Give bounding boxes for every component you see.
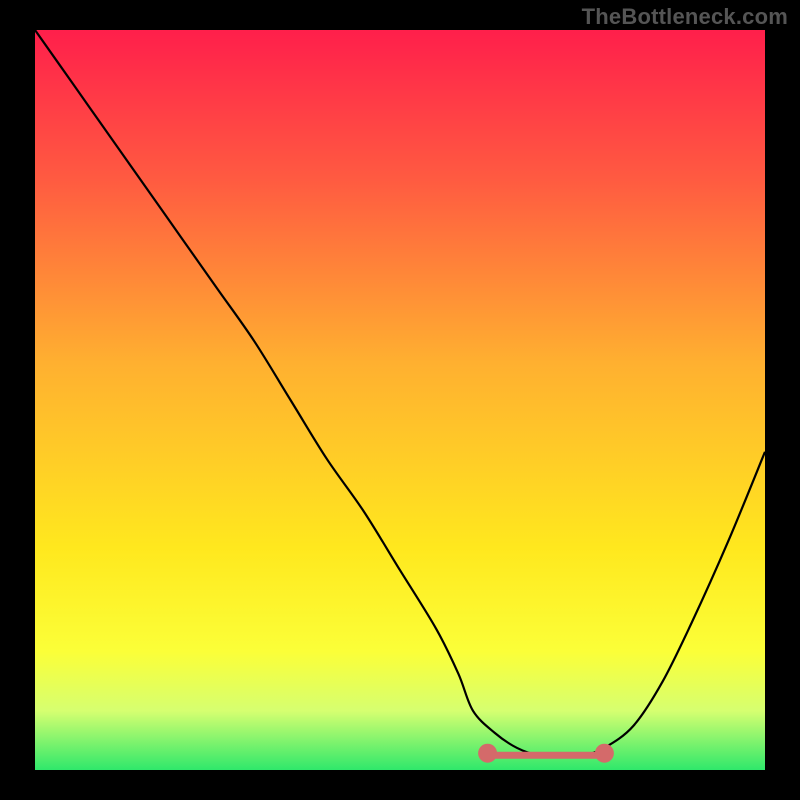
optimal-zone-end-dot — [595, 744, 614, 763]
optimal-zone-start-dot — [478, 744, 497, 763]
watermark-text: TheBottleneck.com — [582, 4, 788, 30]
plot-background — [35, 30, 765, 770]
chart-frame: TheBottleneck.com — [0, 0, 800, 800]
bottleneck-chart — [0, 0, 800, 800]
